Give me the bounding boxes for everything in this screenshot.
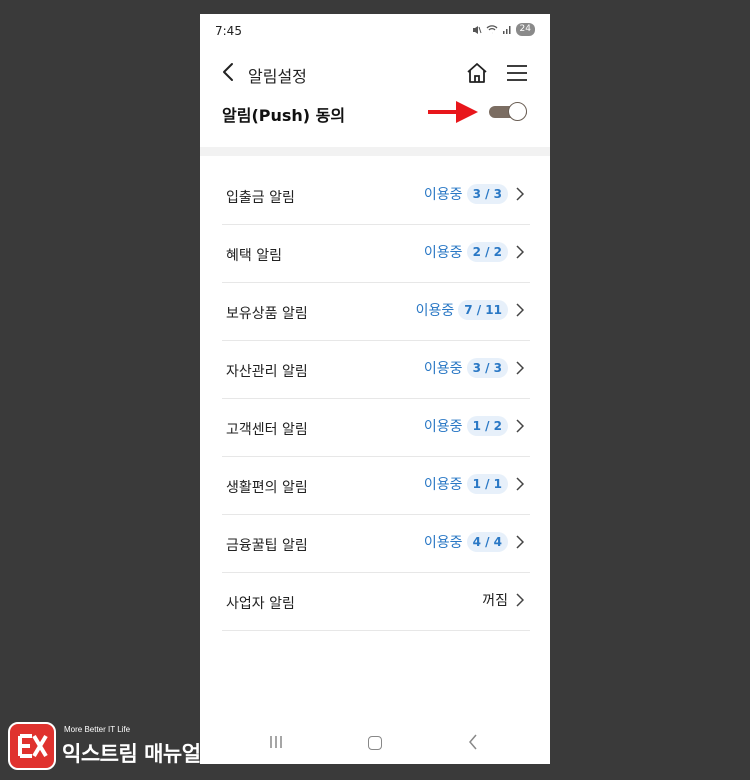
back-arrow-icon[interactable]: [218, 60, 240, 84]
mute-icon: [472, 25, 482, 34]
status-text: 이용중: [423, 245, 463, 261]
wifi-icon: [486, 24, 498, 34]
system-nav-bar: [200, 724, 550, 764]
status-text: 이용중: [423, 477, 463, 493]
home-icon[interactable]: [465, 61, 489, 85]
list-item[interactable]: 보유상품 알림 이용중 7 / 11: [222, 283, 530, 341]
status-text: 이용중: [423, 187, 463, 203]
list-item[interactable]: 혜택 알림 이용중 2 / 2: [222, 225, 530, 283]
item-label: 입출금 알림: [226, 190, 295, 206]
section-divider: [200, 147, 550, 156]
nav-home-icon[interactable]: [368, 736, 382, 750]
count-badge: 1 / 1: [466, 474, 508, 494]
notification-list: 입출금 알림 이용중 3 / 3 혜택 알림 이용중 2 / 2 보유상품 알림…: [222, 167, 530, 631]
chevron-right-icon: [516, 593, 524, 607]
push-consent-label: 알림(Push) 동의: [222, 106, 346, 125]
status-time: 7:45: [215, 24, 242, 38]
list-item[interactable]: 고객센터 알림 이용중 1 / 2: [222, 399, 530, 457]
list-item[interactable]: 생활편의 알림 이용중 1 / 1: [222, 457, 530, 515]
red-arrow-icon: [428, 101, 478, 123]
toggle-knob: [508, 102, 527, 121]
phone-screen: 7:45 24 알림설정 알림(Push) 동의 입출금 알림 이용중 3 / …: [200, 14, 550, 764]
status-text: 이용중: [423, 535, 463, 551]
nav-back-icon[interactable]: [468, 734, 478, 750]
chevron-right-icon: [516, 419, 524, 433]
menu-icon[interactable]: [506, 63, 528, 83]
item-label: 생활편의 알림: [226, 480, 308, 496]
chevron-right-icon: [516, 303, 524, 317]
item-label: 보유상품 알림: [226, 306, 308, 322]
status-text: 이용중: [415, 303, 455, 319]
watermark-logo: More Better IT Life 익스트림 매뉴얼: [8, 722, 203, 772]
status-text: 이용중: [423, 419, 463, 435]
list-item[interactable]: 금융꿀팁 알림 이용중 4 / 4: [222, 515, 530, 573]
status-bar: 7:45 24: [200, 14, 550, 48]
list-item[interactable]: 사업자 알림 꺼짐: [222, 573, 530, 631]
list-item[interactable]: 자산관리 알림 이용중 3 / 3: [222, 341, 530, 399]
count-badge: 4 / 4: [466, 532, 508, 552]
item-label: 금융꿀팁 알림: [226, 538, 308, 554]
chevron-right-icon: [516, 361, 524, 375]
chevron-right-icon: [516, 477, 524, 491]
app-header: 알림설정: [200, 48, 550, 94]
chevron-right-icon: [516, 187, 524, 201]
page-title: 알림설정: [248, 67, 307, 86]
item-label: 사업자 알림: [226, 596, 295, 612]
logo-ex-icon: [18, 734, 48, 758]
battery-indicator: 24: [515, 23, 535, 36]
logo-mark-icon: [8, 722, 56, 770]
logo-name: 익스트림 매뉴얼: [62, 742, 201, 766]
logo-tagline: More Better IT Life: [64, 725, 131, 734]
list-item[interactable]: 입출금 알림 이용중 3 / 3: [222, 167, 530, 225]
count-badge: 1 / 2: [466, 416, 508, 436]
item-label: 고객센터 알림: [226, 422, 308, 438]
status-text: 꺼짐: [482, 593, 508, 609]
item-label: 자산관리 알림: [226, 364, 308, 380]
chevron-right-icon: [516, 245, 524, 259]
count-badge: 3 / 3: [466, 358, 508, 378]
status-icons: 24: [472, 23, 535, 36]
count-badge: 7 / 11: [458, 300, 508, 320]
push-toggle[interactable]: [489, 102, 529, 122]
signal-icon: [502, 25, 511, 34]
status-text: 이용중: [423, 361, 463, 377]
item-label: 혜택 알림: [226, 248, 282, 264]
recent-apps-icon[interactable]: [268, 734, 284, 750]
count-badge: 2 / 2: [466, 242, 508, 262]
count-badge: 3 / 3: [466, 184, 508, 204]
chevron-right-icon: [516, 535, 524, 549]
